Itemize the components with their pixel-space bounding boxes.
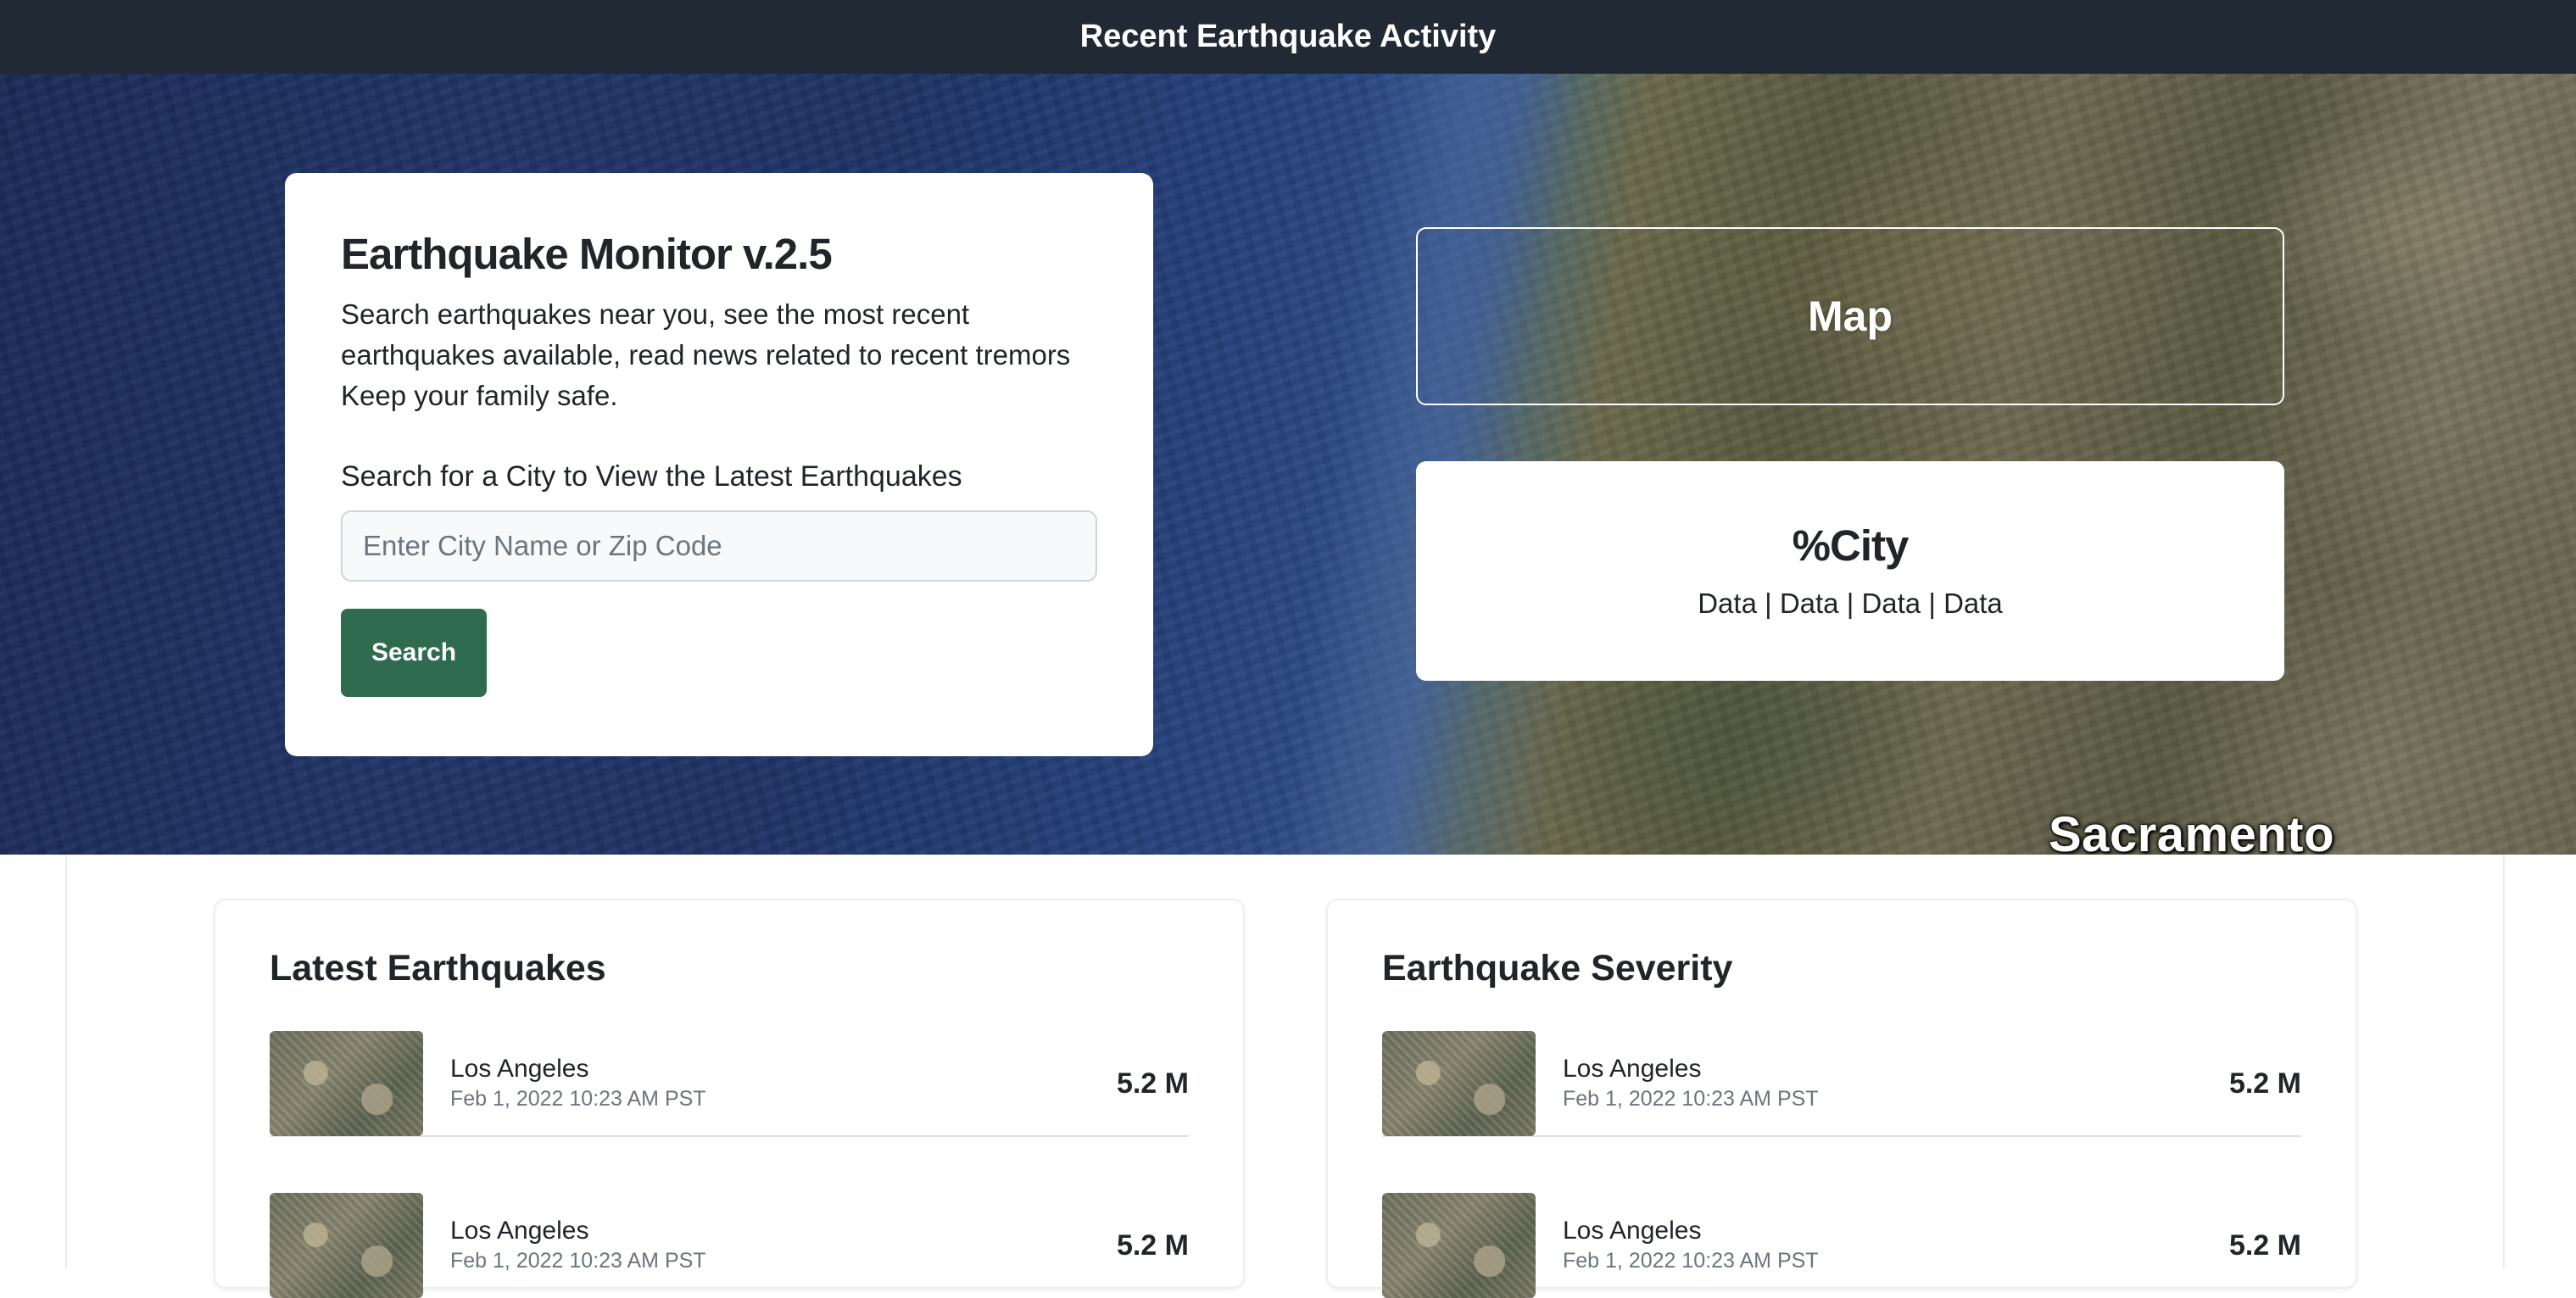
map-placeholder[interactable]: Map — [1416, 227, 2284, 405]
earthquake-thumbnail — [1382, 1031, 1536, 1136]
list-item-text: Los Angeles Feb 1, 2022 10:23 AM PST — [1563, 1216, 2229, 1275]
latest-earthquakes-panel: Latest Earthquakes Los Angeles Feb 1, 20… — [214, 899, 1245, 1298]
card-description: Search earthquakes near you, see the mos… — [341, 294, 1087, 416]
search-label: Search for a City to View the Latest Ear… — [341, 460, 962, 493]
quake-magnitude: 5.2 M — [1116, 1228, 1189, 1262]
earthquake-thumbnail — [270, 1193, 423, 1298]
list-item[interactable]: Los Angeles Feb 1, 2022 10:23 AM PST 5.2… — [270, 1031, 1189, 1137]
city-data-line: Data | Data | Data | Data — [1698, 588, 2003, 619]
earthquake-thumbnail — [1382, 1193, 1536, 1298]
city-summary-card: %City Data | Data | Data | Data — [1416, 461, 2284, 681]
quake-magnitude: 5.2 M — [2228, 1228, 2301, 1262]
city-search-input[interactable] — [341, 510, 1097, 582]
quake-city: Los Angeles — [450, 1055, 589, 1083]
list-item[interactable]: Los Angeles Feb 1, 2022 10:23 AM PST 5.2… — [1382, 1193, 2301, 1298]
list-item[interactable]: Los Angeles Feb 1, 2022 10:23 AM PST 5.2… — [1382, 1031, 2301, 1137]
navbar-title: Recent Earthquake Activity — [1079, 19, 1497, 54]
list-item-text: Los Angeles Feb 1, 2022 10:23 AM PST — [450, 1216, 1117, 1275]
city-name: %City — [1792, 521, 1910, 570]
quake-time: Feb 1, 2022 10:23 AM PST — [450, 1249, 706, 1273]
quake-city: Los Angeles — [450, 1217, 589, 1245]
latest-earthquakes-list: Los Angeles Feb 1, 2022 10:23 AM PST 5.2… — [270, 1031, 1189, 1298]
quake-magnitude: 5.2 M — [1116, 1067, 1189, 1100]
quake-magnitude: 5.2 M — [2228, 1067, 2301, 1100]
earthquake-thumbnail — [270, 1031, 423, 1136]
panel-title: Earthquake Severity — [1382, 948, 1733, 989]
description-line: Search earthquakes near you, see the mos… — [341, 298, 970, 330]
map-label: Map — [1808, 292, 1893, 340]
quake-time: Feb 1, 2022 10:23 AM PST — [1563, 1087, 1819, 1111]
search-card: Earthquake Monitor v.2.5 Search earthqua… — [285, 173, 1153, 756]
quake-city: Los Angeles — [1563, 1217, 1702, 1245]
search-button[interactable]: Search — [341, 609, 487, 697]
card-title: Earthquake Monitor v.2.5 — [341, 230, 833, 278]
severity-list: Los Angeles Feb 1, 2022 10:23 AM PST 5.2… — [1382, 1031, 2301, 1298]
list-item[interactable]: Los Angeles Feb 1, 2022 10:23 AM PST 5.2… — [270, 1193, 1189, 1298]
panel-title: Latest Earthquakes — [270, 948, 606, 989]
description-line: Keep your family safe. — [341, 380, 618, 411]
list-item-text: Los Angeles Feb 1, 2022 10:23 AM PST — [1563, 1054, 2229, 1113]
list-item-text: Los Angeles Feb 1, 2022 10:23 AM PST — [450, 1054, 1117, 1113]
quake-city: Los Angeles — [1563, 1055, 1702, 1083]
description-line: earthquakes available, read news related… — [341, 339, 1071, 370]
quake-time: Feb 1, 2022 10:23 AM PST — [450, 1087, 706, 1111]
quake-time: Feb 1, 2022 10:23 AM PST — [1563, 1249, 1819, 1273]
navbar: Recent Earthquake Activity — [0, 0, 2576, 74]
map-place-label: Sacramento — [2049, 807, 2335, 855]
earthquake-severity-panel: Earthquake Severity Los Angeles Feb 1, 2… — [1326, 899, 2357, 1298]
